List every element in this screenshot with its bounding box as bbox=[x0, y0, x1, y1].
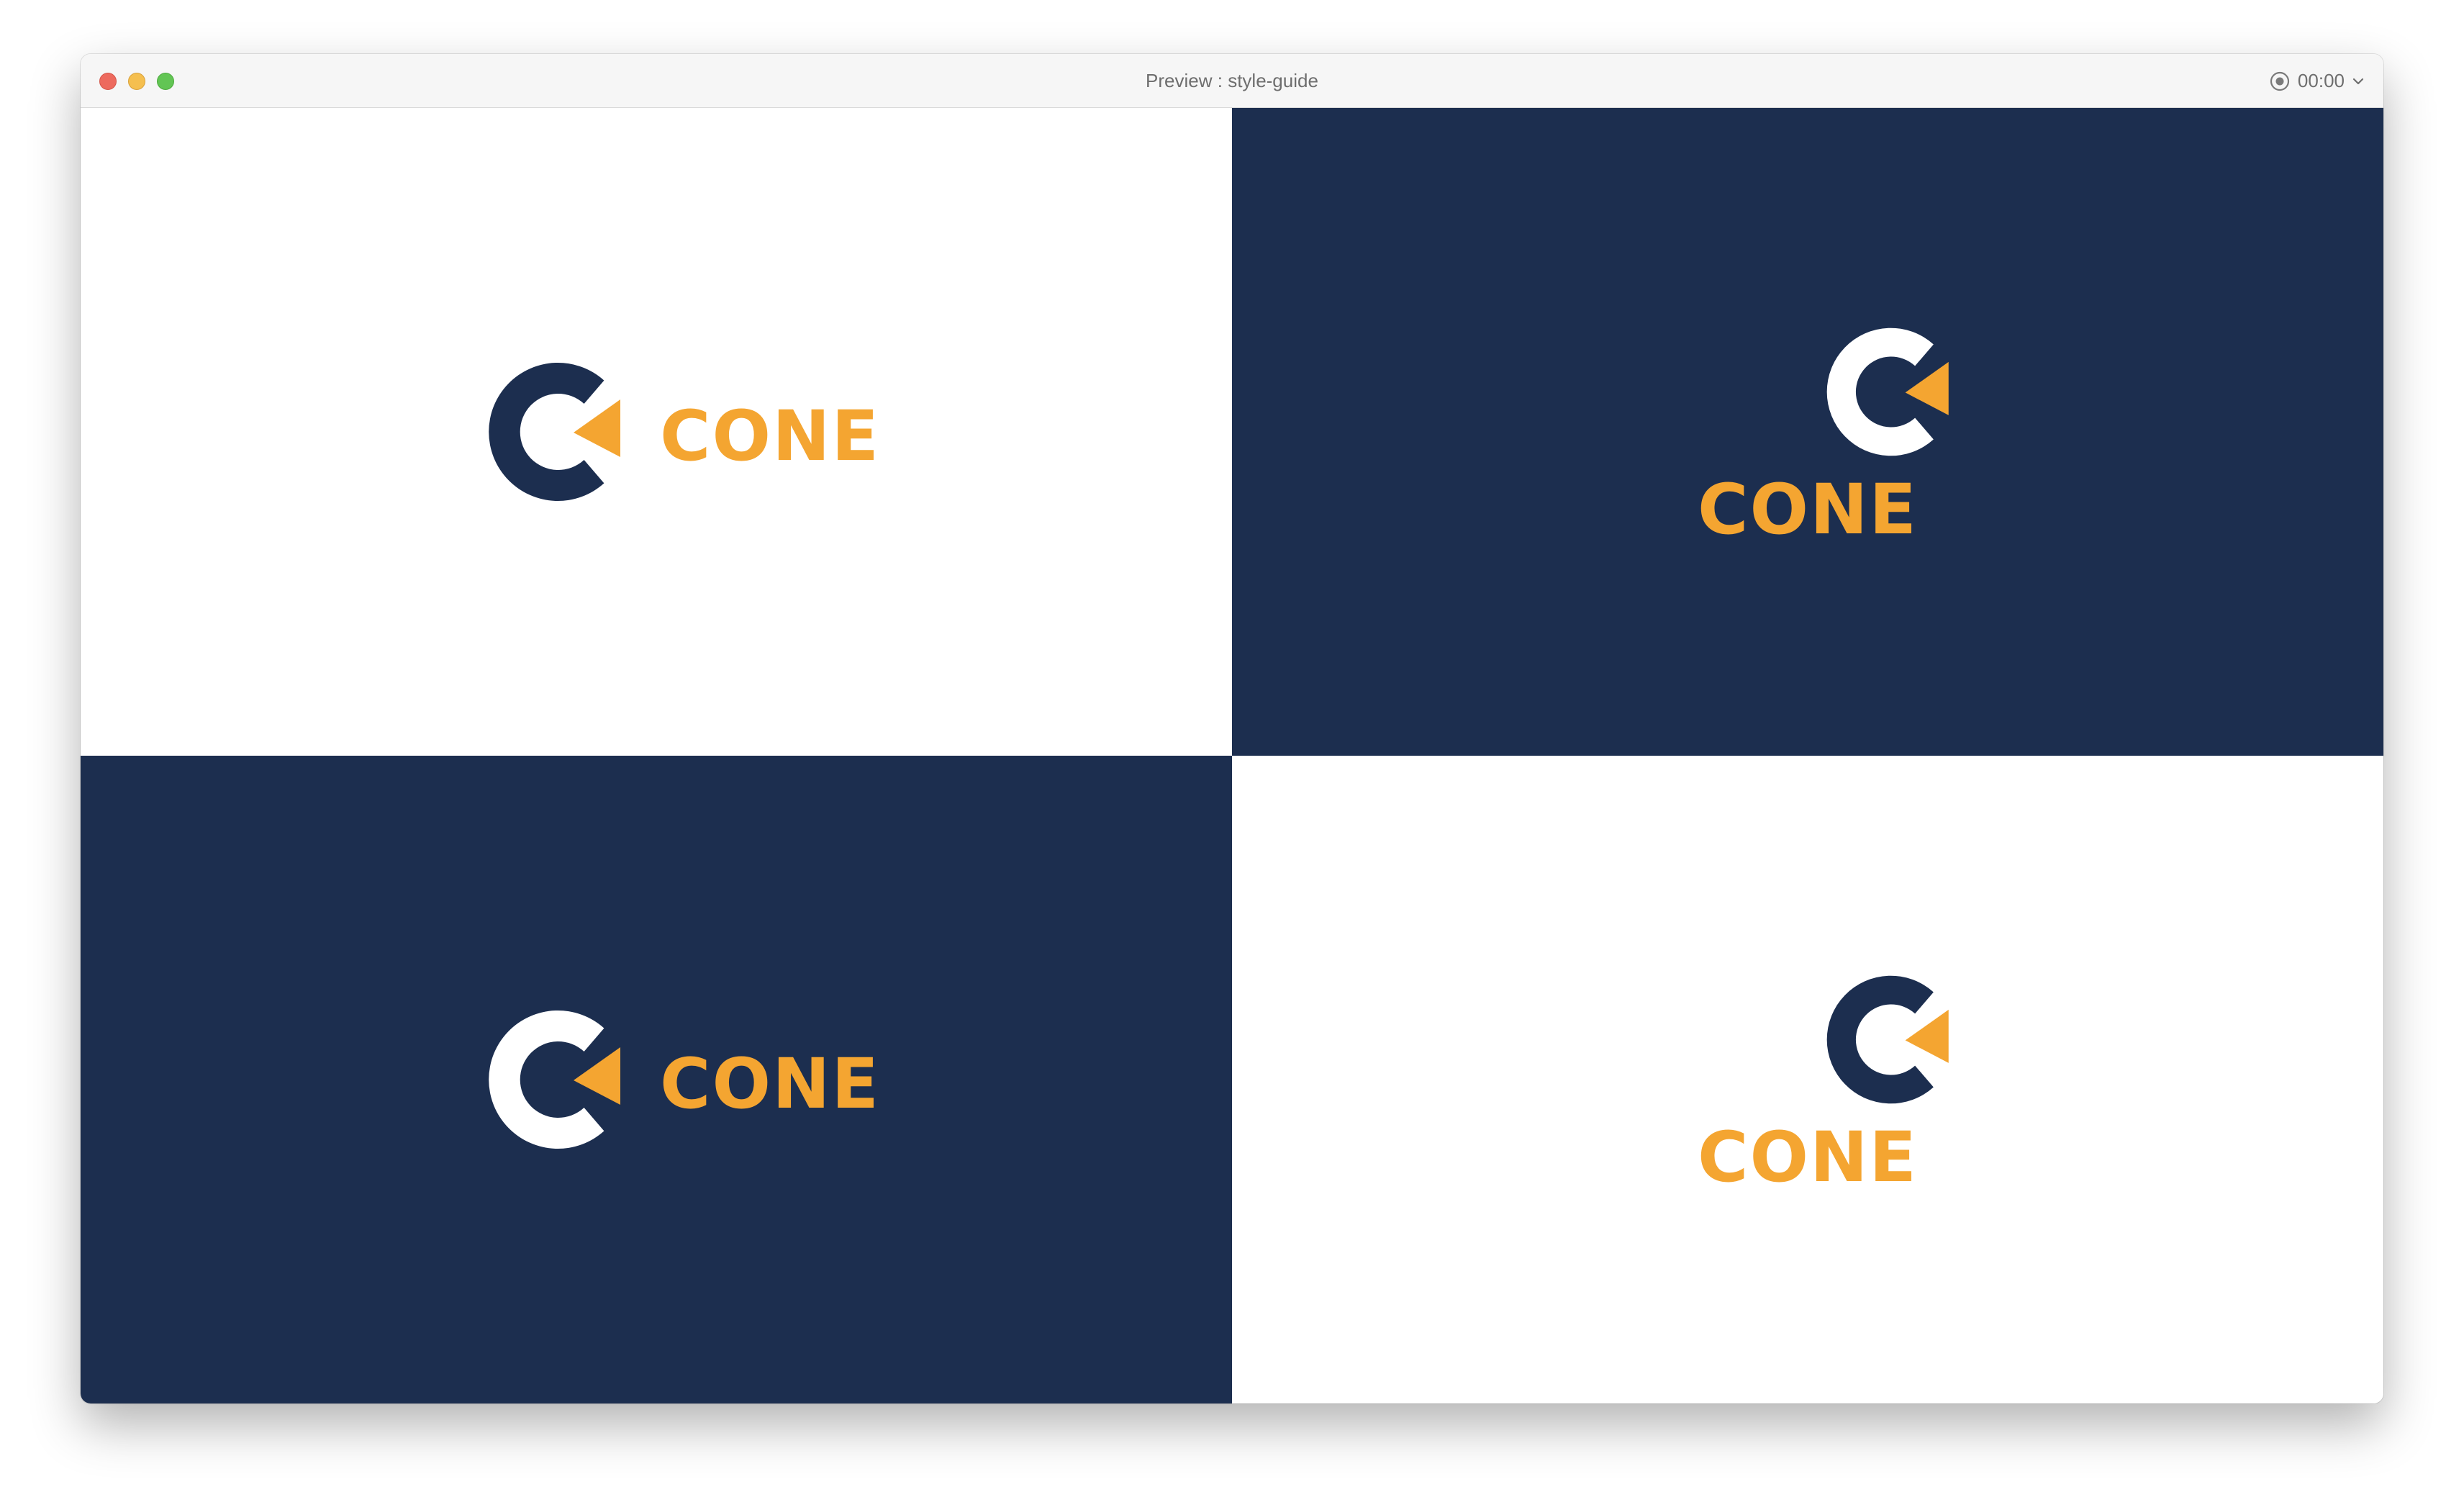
logo-variant-stacked-dark: CONE bbox=[1232, 108, 2383, 756]
cone-logo-icon bbox=[1826, 327, 1949, 456]
style-guide-canvas: CONE CONE CONE CONE bbox=[81, 108, 2383, 1403]
window-title: Preview : style-guide bbox=[1146, 70, 1318, 91]
preview-window: Preview : style-guide 00:00 CONE CONE CO… bbox=[81, 54, 2383, 1403]
wordmark: CONE bbox=[1698, 1117, 1918, 1198]
logo-variant-horizontal-light: CONE bbox=[81, 108, 1232, 756]
cone-logo-icon bbox=[489, 1011, 620, 1149]
chevron-down-icon[interactable] bbox=[2352, 75, 2365, 88]
wordmark: CONE bbox=[660, 396, 880, 476]
cone-triangle bbox=[1905, 361, 1949, 415]
cone-triangle bbox=[1905, 1009, 1949, 1063]
cone-triangle bbox=[574, 1047, 620, 1105]
timer-control[interactable]: 00:00 bbox=[2269, 54, 2365, 108]
title-bar: Preview : style-guide 00:00 bbox=[81, 54, 2383, 108]
timer-value: 00:00 bbox=[2297, 70, 2345, 91]
wordmark: CONE bbox=[1698, 469, 1918, 550]
cone-triangle bbox=[574, 399, 620, 457]
logo-variant-horizontal-dark: CONE bbox=[81, 756, 1232, 1403]
record-icon bbox=[2270, 71, 2290, 91]
logo-variant-stacked-light: CONE bbox=[1232, 756, 2383, 1403]
cone-logo-icon bbox=[489, 363, 620, 501]
wordmark: CONE bbox=[660, 1044, 880, 1124]
cone-logo-icon bbox=[1826, 975, 1949, 1104]
